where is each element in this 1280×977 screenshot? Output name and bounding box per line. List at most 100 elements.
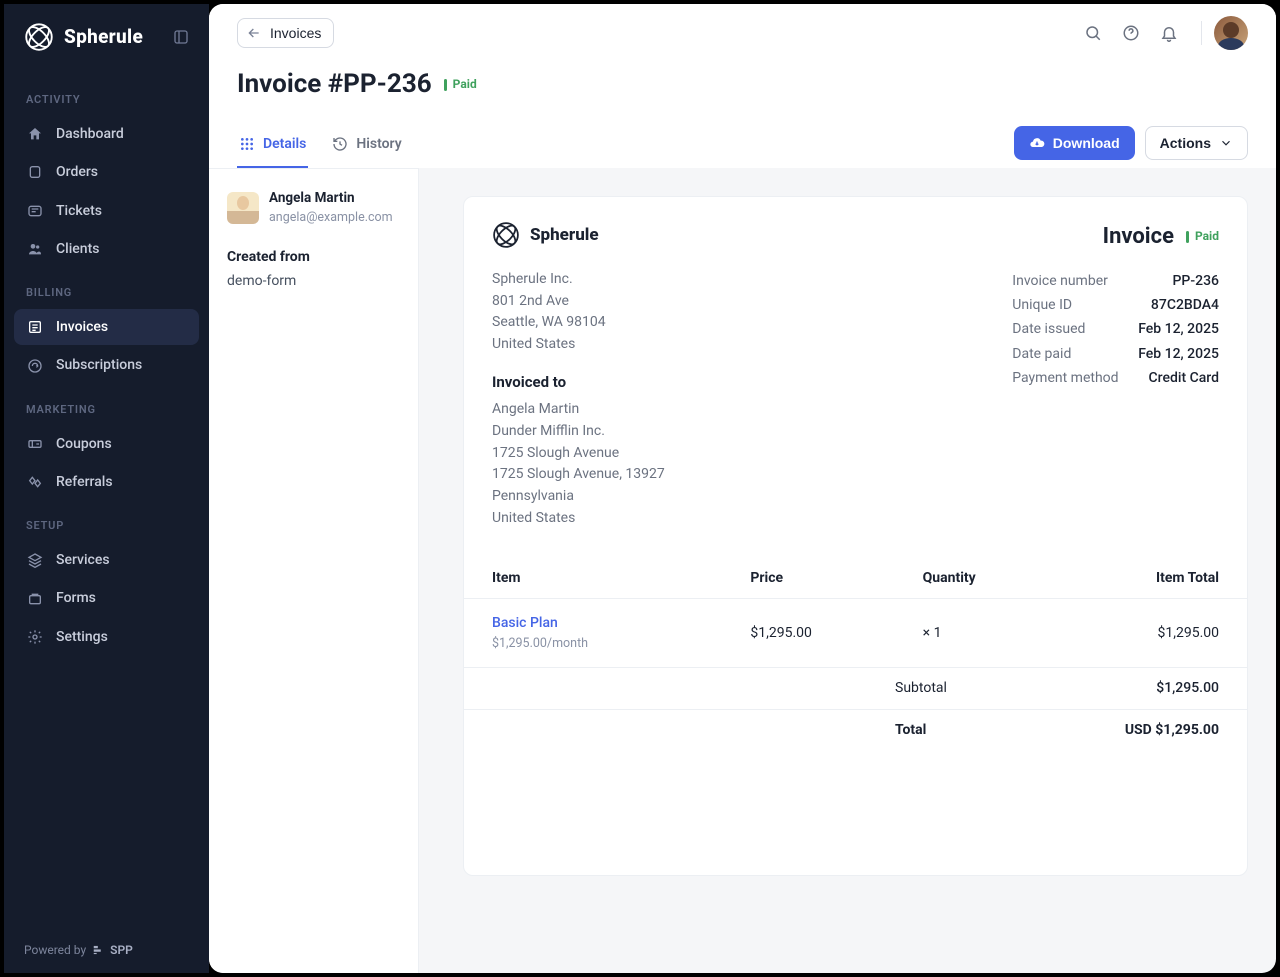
nav: ACTIVITY Dashboard Orders Tickets Client… [4,76,209,928]
total-value: USD $1,295.00 [1087,710,1247,750]
items-table: Item Price Quantity Item Total Basic Pla… [464,558,1247,669]
total-label: Total [867,710,1087,750]
customer-card[interactable]: Angela Martin angela@example.com [227,189,400,227]
powered-by-text: Powered by [24,942,86,959]
back-label: Invoices [270,25,321,41]
col-price: Price [722,558,894,599]
sidebar-item-label: Forms [56,588,96,608]
topbar: Invoices Invoice #PP-236 Paid Details [209,4,1276,168]
sidebar-item-label: Clients [56,239,99,259]
brand-logo-icon [24,22,54,52]
sidebar-item-coupons[interactable]: Coupons [14,426,199,462]
subscriptions-icon [26,357,44,375]
sidebar-item-dashboard[interactable]: Dashboard [14,116,199,152]
nav-section-setup: SETUP [14,502,199,542]
invoice-title: Invoice [1103,221,1174,253]
sidebar-item-label: Orders [56,162,98,182]
sidebar-item-settings[interactable]: Settings [14,619,199,655]
customer-name: Angela Martin [269,189,393,209]
sidebar-item-label: Dashboard [56,124,124,144]
invoice-brand: Spherule [492,221,599,249]
tab-history[interactable]: History [330,126,403,168]
clients-icon [26,240,44,258]
download-label: Download [1053,135,1120,151]
sidebar-item-label: Services [56,550,110,570]
totals: Subtotal $1,295.00 Total USD $1,295.00 [464,668,1247,750]
sidebar-item-label: Referrals [56,472,113,492]
item-price: $1,295.00 [722,598,894,667]
tab-label: Details [263,134,306,154]
help-icon[interactable] [1115,17,1147,49]
sidebar-item-label: Coupons [56,434,112,454]
nav-section-marketing: MARKETING [14,386,199,426]
topbar-divider [1201,21,1202,45]
spp-link[interactable]: SPP [92,942,133,959]
brand[interactable]: Spherule [4,22,209,76]
invoice-meta: Invoice numberPP-236 Unique ID87C2BDA4 D… [1012,269,1219,530]
sidebar-item-invoices[interactable]: Invoices [14,309,199,345]
referrals-icon [26,473,44,491]
item-name[interactable]: Basic Plan [492,613,694,633]
item-sub: $1,295.00/month [492,635,694,653]
invoice-status-badge: Paid [1186,228,1219,245]
search-icon[interactable] [1077,17,1109,49]
col-item: Item [464,558,722,599]
invoices-icon [26,318,44,336]
back-button[interactable]: Invoices [237,18,334,48]
sidebar-footer: Powered by SPP [4,928,209,973]
download-button[interactable]: Download [1014,126,1135,160]
brand-logo-icon [492,221,520,249]
context-panel: Angela Martin angela@example.com Created… [209,168,419,973]
sidebar-item-label: Settings [56,627,108,647]
nav-section-activity: ACTIVITY [14,76,199,116]
grid-icon [239,136,255,152]
sidebar-item-orders[interactable]: Orders [14,154,199,190]
sidebar: Spherule ACTIVITY Dashboard Orders Ticke… [4,4,209,973]
home-icon [26,125,44,143]
sidebar-item-label: Tickets [56,201,102,221]
sidebar-item-label: Subscriptions [56,355,142,375]
sidebar-item-tickets[interactable]: Tickets [14,193,199,229]
tickets-icon [26,202,44,220]
sidebar-item-services[interactable]: Services [14,542,199,578]
services-icon [26,551,44,569]
tab-details[interactable]: Details [237,126,308,168]
content: Angela Martin angela@example.com Created… [209,168,1276,973]
nav-section-billing: BILLING [14,269,199,309]
sidebar-item-subscriptions[interactable]: Subscriptions [14,347,199,383]
arrow-left-icon [246,25,262,41]
invoice-brand-name: Spherule [530,223,599,248]
customer-avatar [227,192,259,224]
history-icon [332,136,348,152]
created-from-value: demo-form [227,271,400,291]
invoiced-to-label: Invoiced to [492,372,665,394]
actions-label: Actions [1160,135,1211,151]
from-address: Spherule Inc. 801 2nd Ave Seattle, WA 98… [492,269,665,356]
created-from-label: Created from [227,247,400,267]
forms-icon [26,590,44,608]
orders-icon [26,163,44,181]
tabs: Details History [237,126,404,168]
main: Invoices Invoice #PP-236 Paid Details [209,4,1276,973]
col-total: Item Total [1067,558,1247,599]
sidebar-item-forms[interactable]: Forms [14,580,199,616]
actions-button[interactable]: Actions [1145,126,1248,160]
coupons-icon [26,435,44,453]
spp-text: SPP [110,942,133,959]
tab-label: History [356,134,401,154]
subtotal-value: $1,295.00 [1087,668,1247,708]
sidebar-item-clients[interactable]: Clients [14,231,199,267]
sidebar-item-label: Invoices [56,317,108,337]
bell-icon[interactable] [1153,17,1185,49]
sidebar-item-referrals[interactable]: Referrals [14,464,199,500]
chevron-down-icon [1219,136,1233,150]
brand-name: Spherule [64,23,143,51]
collapse-sidebar-icon[interactable] [173,29,189,45]
to-address: Angela Martin Dunder Mifflin Inc. 1725 S… [492,399,665,529]
settings-icon [26,628,44,646]
user-avatar[interactable] [1214,16,1248,50]
col-qty: Quantity [895,558,1067,599]
item-qty: × 1 [895,598,1067,667]
customer-email: angela@example.com [269,209,393,227]
cloud-download-icon [1029,135,1045,151]
